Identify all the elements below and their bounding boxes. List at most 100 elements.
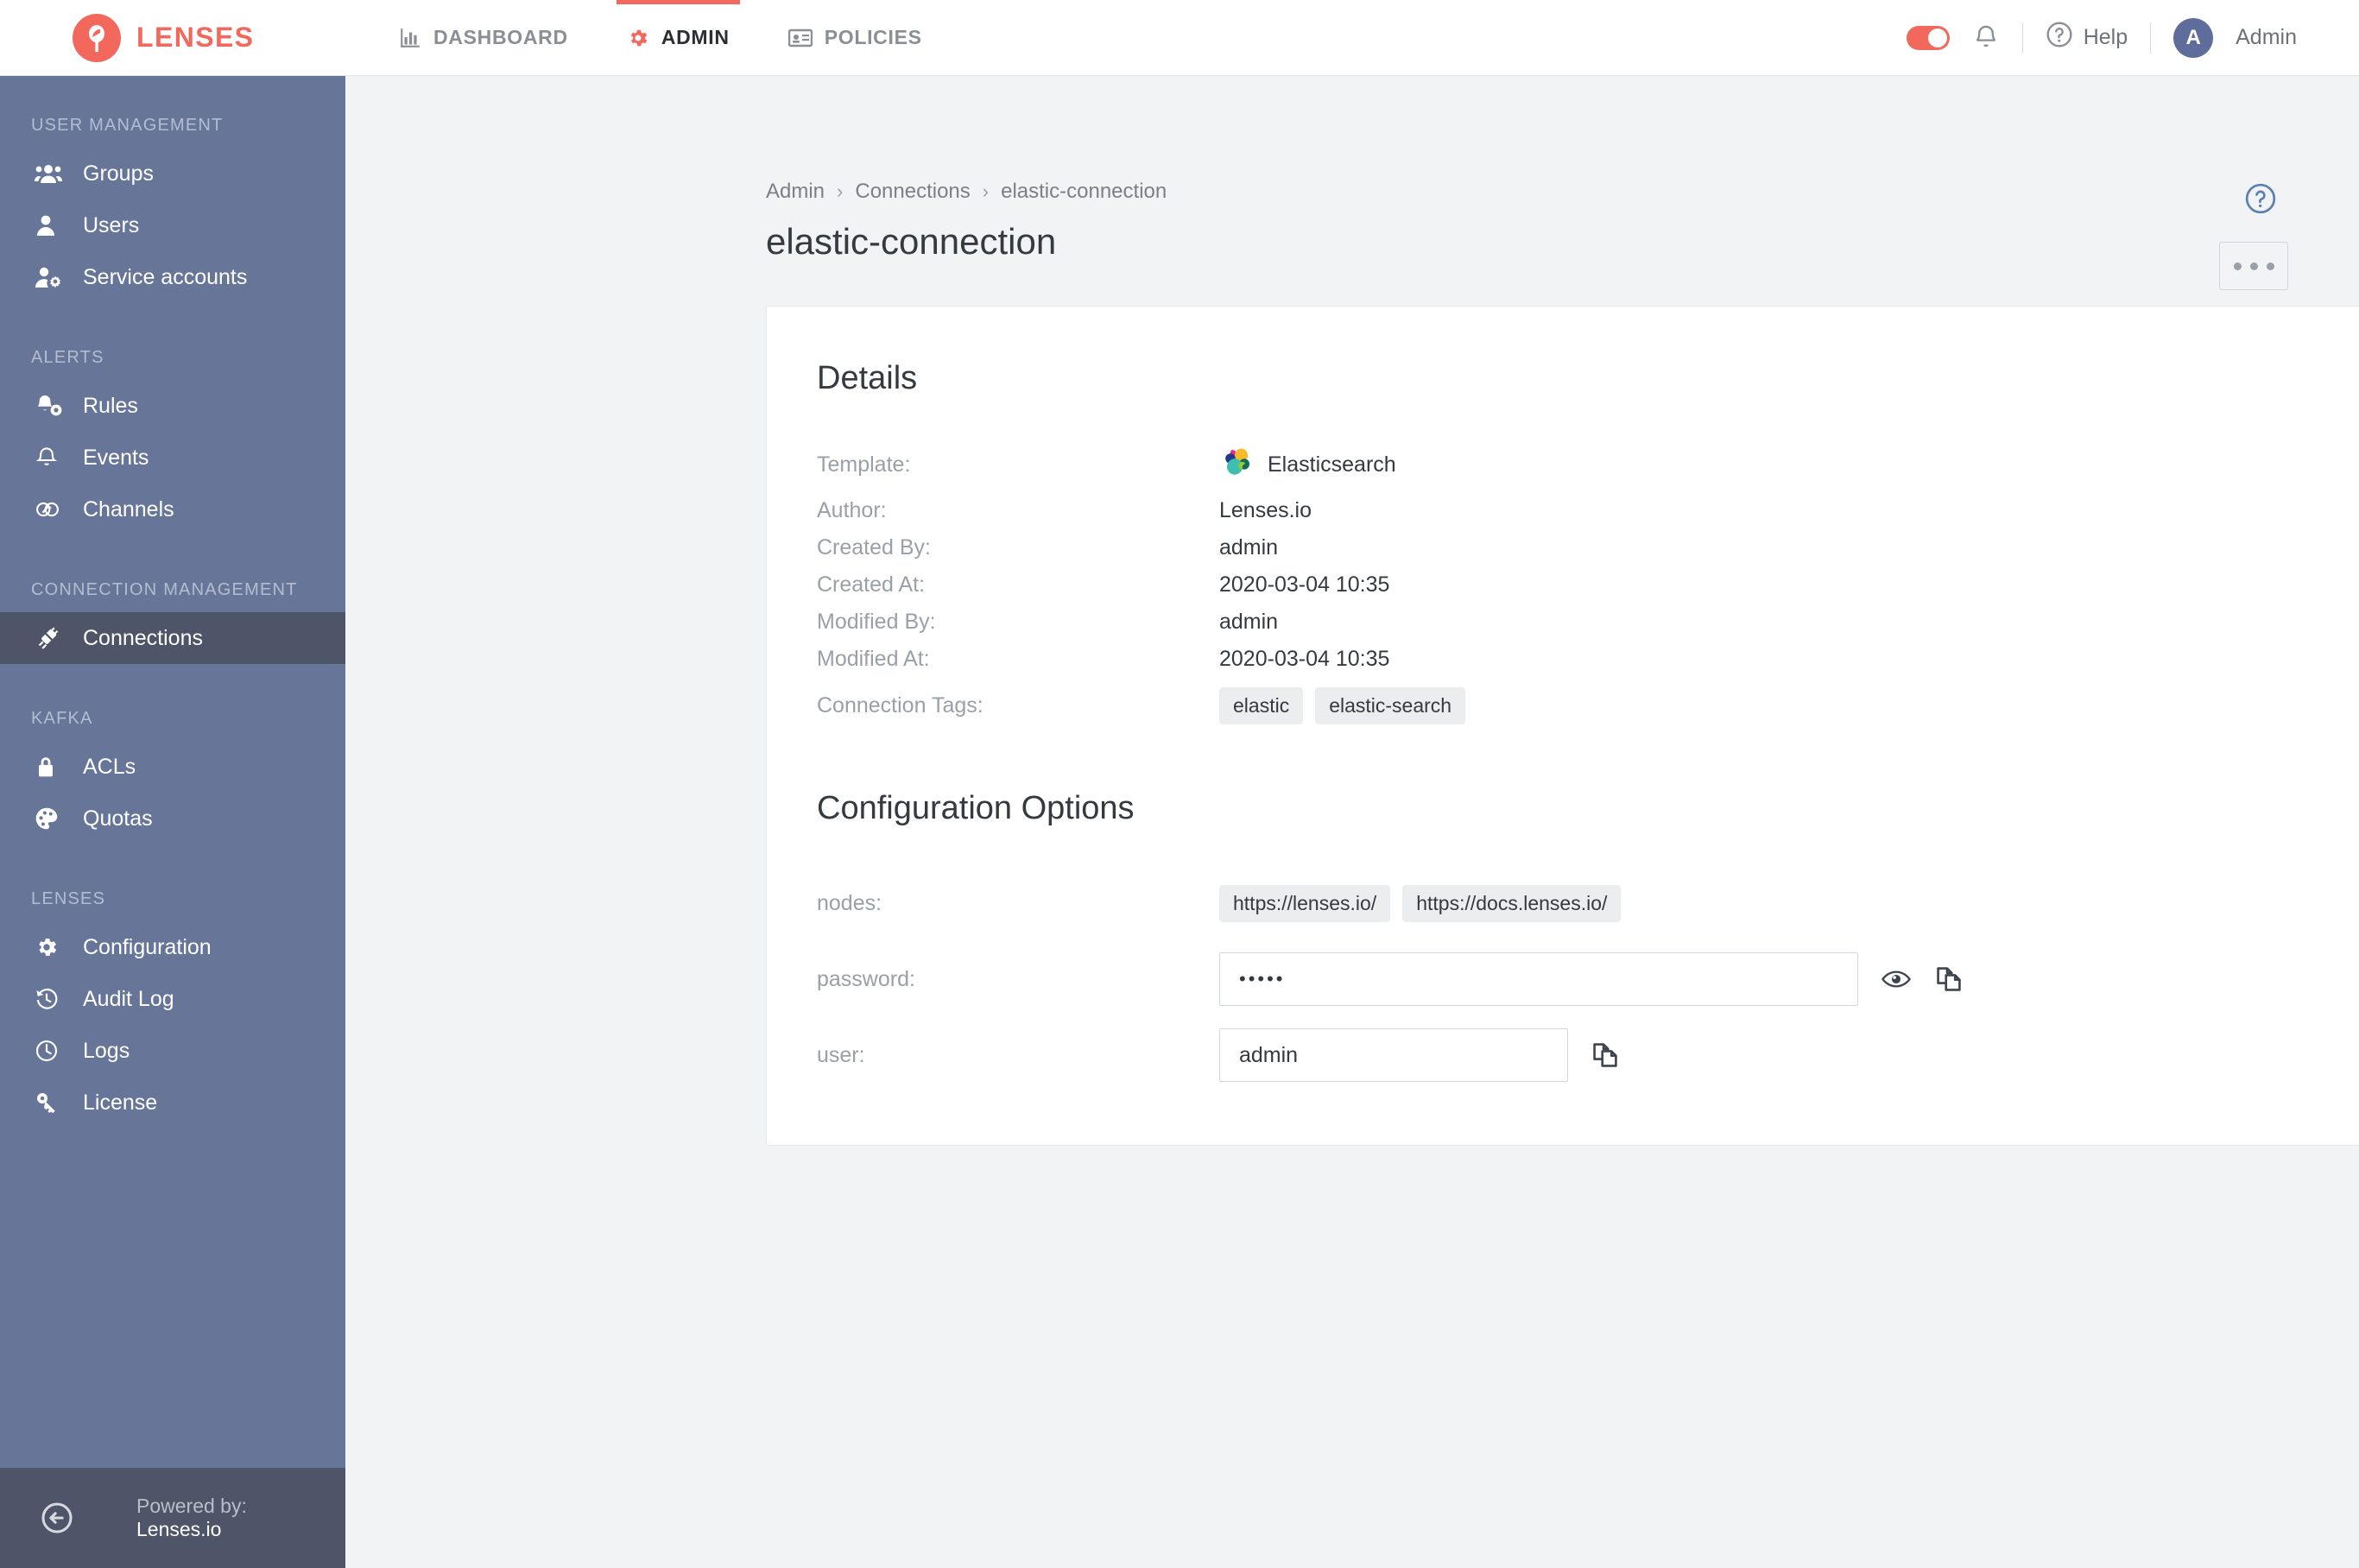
avatar[interactable]: A — [2173, 17, 2214, 58]
top-right-actions: Help A Admin — [1906, 17, 2359, 58]
sidebar-section-lenses: LENSES — [31, 889, 106, 908]
collapse-left-icon[interactable] — [40, 1501, 74, 1535]
detail-row-template: Template: Elasticsearch — [817, 437, 2359, 492]
lenses-logo-icon — [73, 13, 121, 62]
sidebar-item-connections[interactable]: Connections — [0, 612, 345, 664]
page-help-icon[interactable] — [2244, 182, 2277, 219]
sidebar-footer: Powered by: Lenses.io — [0, 1468, 345, 1568]
breadcrumb-item-connections[interactable]: Connections — [855, 180, 970, 204]
powered-by-prefix: Powered by: — [136, 1495, 247, 1517]
sidebar-item-events[interactable]: Events — [0, 432, 345, 484]
sidebar-item-service-accounts[interactable]: Service accounts — [0, 251, 345, 303]
sidebar-item-license-label: License — [83, 1090, 158, 1115]
detail-value-template: Elasticsearch — [1268, 452, 1396, 477]
bell-gear-icon — [35, 394, 64, 418]
nav-item-admin[interactable]: ADMIN — [598, 0, 759, 75]
chevron-right-icon: › — [837, 180, 844, 202]
breadcrumb-item-admin[interactable]: Admin — [766, 180, 825, 204]
copy-icon[interactable] — [1934, 964, 1964, 994]
nav-item-dashboard[interactable]: DASHBOARD — [370, 0, 598, 75]
sidebar-item-quotas-label: Quotas — [83, 806, 153, 831]
help-label: Help — [2083, 25, 2128, 49]
sidebar-item-service-accounts-label: Service accounts — [83, 264, 248, 289]
detail-value-author: Lenses.io — [1219, 498, 1312, 522]
sidebar-item-users[interactable]: Users — [0, 199, 345, 251]
configuration-rows: nodes: https://lenses.io/ https://docs.l… — [817, 865, 2359, 1093]
sidebar-item-acls-label: ACLs — [83, 754, 136, 779]
divider — [2021, 22, 2023, 54]
sidebar-item-users-label: Users — [83, 212, 140, 237]
channels-icon — [35, 497, 64, 522]
detail-row-created-by: Created By: admin — [817, 529, 2359, 566]
user-input[interactable]: admin — [1219, 1028, 1568, 1082]
connection-tag: elastic-search — [1315, 686, 1466, 724]
detail-label-created-by: Created By: — [817, 535, 932, 560]
more-actions-button[interactable] — [2219, 242, 2288, 290]
sidebar-item-groups[interactable]: Groups — [0, 148, 345, 199]
node-tag: https://docs.lenses.io/ — [1402, 884, 1622, 922]
brand[interactable]: LENSES — [0, 13, 345, 62]
notifications-bell-icon[interactable] — [1972, 23, 2000, 53]
sidebar-item-rules[interactable]: Rules — [0, 380, 345, 432]
breadcrumb-item-current: elastic-connection — [1001, 180, 1167, 203]
main-nav: DASHBOARD ADMIN POLICIES — [370, 0, 952, 75]
sidebar-section-alerts: ALERTS — [31, 348, 104, 367]
user-icon — [35, 214, 64, 237]
sidebar-item-acls[interactable]: ACLs — [0, 741, 345, 793]
copy-icon[interactable] — [1591, 1040, 1620, 1070]
configuration-heading: Configuration Options — [817, 790, 1135, 826]
users-group-icon — [35, 162, 64, 185]
sidebar-item-channels[interactable]: Channels — [0, 484, 345, 535]
detail-row-created-at: Created At: 2020-03-04 10:35 — [817, 566, 2359, 604]
detail-row-author: Author: Lenses.io — [817, 492, 2359, 529]
page-title: elastic-connection — [766, 221, 1057, 262]
key-icon — [35, 1091, 64, 1115]
app-root: LENSES DASHBOARD ADMIN POLICIES Help A A… — [0, 0, 2359, 1568]
detail-label-author: Author: — [817, 498, 887, 522]
detail-row-connection-tags: Connection Tags: elastic elastic-search — [817, 678, 2359, 733]
detail-row-modified-by: Modified By: admin — [817, 604, 2359, 641]
sidebar-item-rules-label: Rules — [83, 393, 138, 418]
config-label-user: user: — [817, 1042, 865, 1067]
connection-tag: elastic — [1219, 686, 1304, 724]
powered-by-name: Lenses.io — [136, 1518, 222, 1540]
sidebar-item-audit-log[interactable]: Audit Log — [0, 973, 345, 1025]
nav-item-policies[interactable]: POLICIES — [759, 0, 952, 75]
sidebar-item-events-label: Events — [83, 445, 149, 470]
user-gear-icon — [35, 266, 64, 288]
sidebar-section-user-management: USER MANAGEMENT — [31, 116, 224, 135]
config-label-password: password: — [817, 966, 915, 991]
sidebar-item-groups-label: Groups — [83, 161, 154, 186]
node-tag: https://lenses.io/ — [1219, 884, 1391, 922]
sidebar-nav: USER MANAGEMENT Groups Users Service acc… — [0, 76, 345, 1468]
eye-icon[interactable] — [1881, 967, 1912, 991]
help-button[interactable]: Help — [2046, 21, 2128, 54]
theme-toggle[interactable] — [1906, 25, 1950, 50]
kebab-dot — [2266, 262, 2274, 270]
detail-label-modified-at: Modified At: — [817, 647, 930, 671]
content-area: Admin › Connections › elastic-connection… — [345, 76, 2359, 1568]
brand-name: LENSES — [136, 22, 255, 53]
nodes-list: https://lenses.io/ https://docs.lenses.i… — [1219, 884, 1622, 922]
plug-icon — [35, 625, 64, 651]
nav-item-dashboard-label: DASHBOARD — [433, 26, 568, 48]
config-row-user: user: admin — [817, 1017, 2359, 1093]
divider — [2150, 22, 2152, 54]
powered-by: Powered by: Lenses.io — [136, 1495, 306, 1541]
sidebar-item-audit-log-label: Audit Log — [83, 986, 174, 1011]
bell-icon — [35, 446, 64, 470]
detail-label-connection-tags: Connection Tags: — [817, 692, 983, 718]
history-icon — [35, 987, 64, 1011]
password-input[interactable]: ••••• — [1219, 952, 1858, 1006]
palette-icon — [35, 806, 64, 831]
user-name[interactable]: Admin — [2236, 25, 2297, 50]
elasticsearch-logo — [1219, 445, 1254, 485]
sidebar-item-quotas[interactable]: Quotas — [0, 793, 345, 844]
kebab-dot — [2249, 262, 2258, 270]
sidebar-item-configuration[interactable]: Configuration — [0, 921, 345, 973]
sidebar-item-logs[interactable]: Logs — [0, 1025, 345, 1077]
sidebar-item-license[interactable]: License — [0, 1077, 345, 1129]
detail-value-modified-at: 2020-03-04 10:35 — [1219, 647, 1390, 671]
body: USER MANAGEMENT Groups Users Service acc… — [0, 76, 2359, 1568]
sidebar: USER MANAGEMENT Groups Users Service acc… — [0, 76, 345, 1568]
